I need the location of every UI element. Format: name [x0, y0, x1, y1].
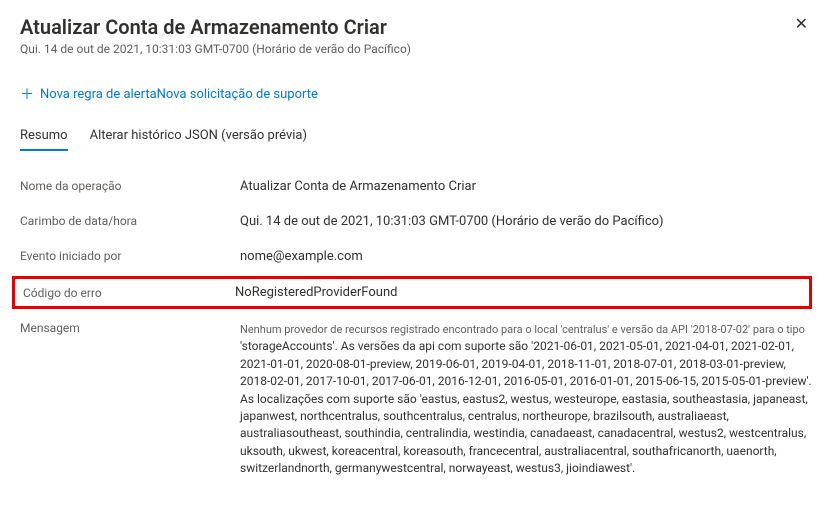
plus-icon: ＋ — [20, 84, 34, 104]
operation-name-value: Atualizar Conta de Armazenamento Criar — [240, 179, 812, 194]
message-value: Nenhum provedor de recursos registrado e… — [240, 321, 812, 478]
message-prefix: Nenhum provedor de recursos registrado e… — [240, 323, 805, 336]
page-title: Atualizar Conta de Armazenamento Criar — [20, 14, 411, 40]
initiated-by-value: nome@example.com — [240, 249, 812, 264]
error-code-label: Código do erro — [23, 286, 235, 300]
operation-name-label: Nome da operação — [20, 179, 240, 193]
new-alert-rule-link[interactable]: Nova regra de alerta — [40, 87, 157, 102]
new-support-request-link[interactable]: Nova solicitação de suporte — [157, 87, 318, 102]
message-body: 'storageAccounts'. As versões da api com… — [240, 339, 812, 475]
error-code-value: NoRegisteredProviderFound — [235, 285, 801, 300]
details-panel: Nome da operação Atualizar Conta de Arma… — [20, 169, 812, 488]
tab-json-history[interactable]: Alterar histórico JSON (versão prévia) — [90, 128, 307, 151]
row-message: Mensagem Nenhum provedor de recursos reg… — [20, 311, 812, 488]
timestamp-label: Carimbo de data/hora — [20, 214, 240, 228]
message-label: Mensagem — [20, 321, 240, 335]
timestamp-value: Qui. 14 de out de 2021, 10:31:03 GMT-070… — [240, 214, 812, 229]
toolbar: ＋ Nova regra de alerta Nova solicitação … — [20, 84, 812, 104]
tabs: Resumo Alterar histórico JSON (versão pr… — [20, 128, 812, 151]
row-initiated-by: Evento iniciado por nome@example.com — [20, 239, 812, 274]
close-icon[interactable]: ✕ — [791, 14, 812, 34]
error-code-highlight: Código do erro NoRegisteredProviderFound — [12, 276, 812, 309]
page-subtitle: Qui. 14 de out de 2021, 10:31:03 GMT-070… — [20, 42, 411, 56]
row-operation-name: Nome da operação Atualizar Conta de Arma… — [20, 169, 812, 204]
initiated-by-label: Evento iniciado por — [20, 249, 240, 263]
tab-summary[interactable]: Resumo — [20, 128, 68, 151]
row-timestamp: Carimbo de data/hora Qui. 14 de out de 2… — [20, 204, 812, 239]
